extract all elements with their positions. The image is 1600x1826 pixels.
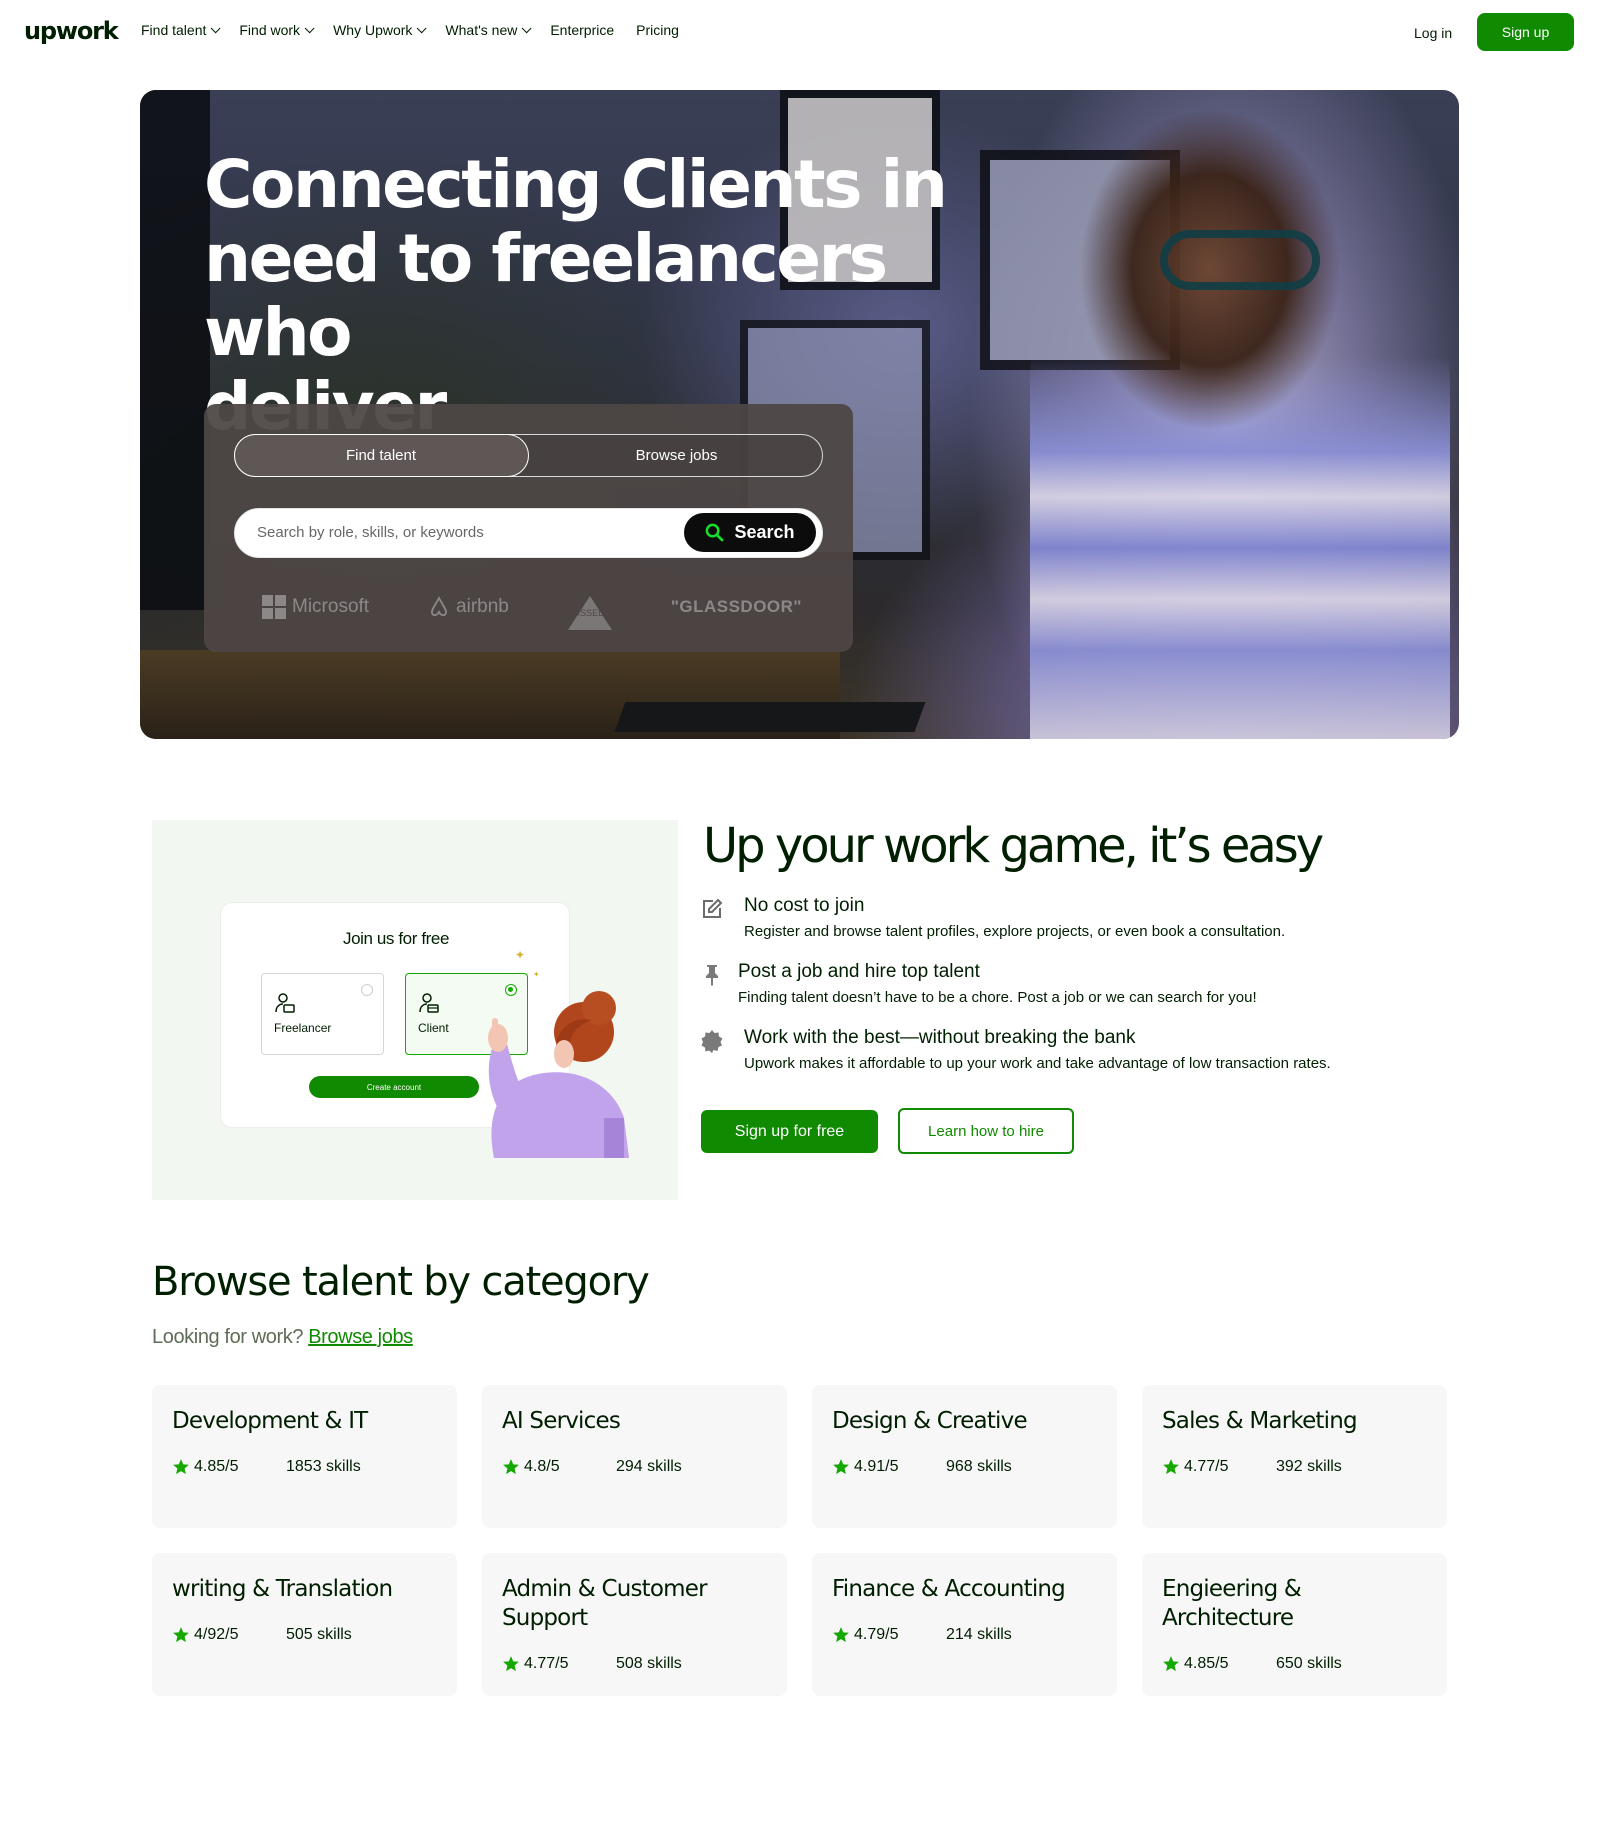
client-logos: Microsoft airbnb BISSELL "GLASSDOOR" bbox=[262, 592, 802, 630]
badge-icon bbox=[701, 1030, 723, 1053]
pin-icon bbox=[706, 965, 718, 986]
nav-find-talent[interactable]: Find talent bbox=[141, 22, 221, 38]
search-icon bbox=[706, 523, 724, 542]
star-icon bbox=[833, 1627, 849, 1643]
radio-icon bbox=[361, 984, 373, 996]
create-account-button: Create account bbox=[309, 1076, 479, 1098]
hero-photo-glasses bbox=[1160, 230, 1320, 290]
sparkle-icon: ✦ bbox=[515, 948, 526, 962]
hero-banner: Connecting Clients in need to freelancer… bbox=[140, 90, 1459, 739]
toggle-find-talent[interactable]: Find talent bbox=[233, 433, 529, 477]
upwork-logo[interactable]: upwork bbox=[24, 17, 119, 45]
client-icon bbox=[419, 993, 439, 1013]
star-icon bbox=[1163, 1459, 1179, 1475]
freelancer-icon bbox=[275, 993, 295, 1013]
category-card[interactable]: Development & IT 4.85/5 1853 skills bbox=[152, 1385, 457, 1528]
microsoft-icon bbox=[262, 595, 286, 619]
nav-find-work[interactable]: Find work bbox=[239, 22, 315, 38]
microsoft-logo: Microsoft bbox=[262, 595, 369, 619]
toggle-browse-jobs[interactable]: Browse jobs bbox=[529, 434, 824, 477]
learn-how-to-hire-button[interactable]: Learn how to hire bbox=[898, 1108, 1074, 1154]
browse-jobs-link[interactable]: Browse jobs bbox=[308, 1326, 413, 1348]
nav-why-upwork[interactable]: Why Upwork bbox=[333, 22, 427, 38]
join-card-title: Join us for free bbox=[342, 929, 450, 948]
nav-pricing[interactable]: Pricing bbox=[636, 22, 679, 38]
chevron-down-icon bbox=[304, 22, 315, 33]
hero-photo-keyboard bbox=[614, 702, 926, 732]
category-card[interactable]: AI Services 4.8/5 294 skills bbox=[482, 1385, 787, 1528]
nav-whats-new[interactable]: What's new bbox=[445, 22, 532, 38]
woman-illustration bbox=[488, 991, 629, 1158]
category-card[interactable]: Admin & Customer Support 4.77/5 508 skil… bbox=[482, 1553, 787, 1696]
star-icon bbox=[173, 1627, 189, 1643]
category-card[interactable]: writing & Translation 4/92/5 505 skills bbox=[152, 1553, 457, 1696]
edit-icon bbox=[703, 898, 723, 918]
signup-button[interactable]: Sign up bbox=[1477, 13, 1574, 51]
airbnb-logo: airbnb bbox=[428, 596, 509, 618]
nav-enterprise[interactable]: Enterprice bbox=[550, 22, 614, 38]
search-mode-toggle: Find talent Browse jobs bbox=[233, 433, 824, 477]
star-icon bbox=[173, 1459, 189, 1475]
categories-title: Browse talent by category bbox=[152, 1259, 650, 1305]
top-nav: upwork Find talent Find work Why Upwork … bbox=[0, 0, 1600, 64]
nav-links: Find talent Find work Why Upwork What's … bbox=[141, 22, 701, 38]
sparkle-icon: ✦ bbox=[533, 970, 540, 979]
search-box: Search bbox=[234, 508, 823, 558]
section-title: Up your work game, it’s easy bbox=[703, 818, 1324, 874]
star-icon bbox=[503, 1656, 519, 1672]
bissell-logo: BISSELL bbox=[567, 596, 612, 630]
hero-photo-monitor bbox=[140, 90, 210, 610]
hero-photo-person bbox=[1030, 100, 1450, 739]
login-link[interactable]: Log in bbox=[1414, 25, 1452, 41]
search-button[interactable]: Search bbox=[684, 513, 816, 552]
hero-title: Connecting Clients in need to freelancer… bbox=[204, 146, 948, 444]
category-card[interactable]: Finance & Accounting 4.79/5 214 skills bbox=[812, 1553, 1117, 1696]
join-illustration: Join us for free Freelancer Client Creat… bbox=[152, 820, 678, 1200]
hero-search-card: Find talent Browse jobs Search Microsoft bbox=[204, 404, 853, 652]
category-card[interactable]: Engieering & Architecture 4.85/5 650 ski… bbox=[1142, 1553, 1447, 1696]
glassdoor-logo: "GLASSDOOR" bbox=[670, 597, 802, 616]
search-input[interactable] bbox=[257, 509, 677, 556]
categories-subtitle: Looking for work? Browse jobs bbox=[152, 1326, 413, 1348]
category-card[interactable]: Design & Creative 4.91/5 968 skills bbox=[812, 1385, 1117, 1528]
star-icon bbox=[503, 1459, 519, 1475]
star-icon bbox=[833, 1459, 849, 1475]
chevron-down-icon bbox=[211, 22, 221, 33]
airbnb-icon bbox=[431, 596, 448, 617]
star-icon bbox=[1163, 1656, 1179, 1672]
signup-free-button[interactable]: Sign up for free bbox=[701, 1110, 878, 1153]
chevron-down-icon bbox=[417, 22, 427, 33]
category-card[interactable]: Sales & Marketing 4.77/5 392 skills bbox=[1142, 1385, 1447, 1528]
chevron-down-icon bbox=[522, 22, 532, 33]
freelancer-option: Freelancer bbox=[261, 973, 384, 1055]
